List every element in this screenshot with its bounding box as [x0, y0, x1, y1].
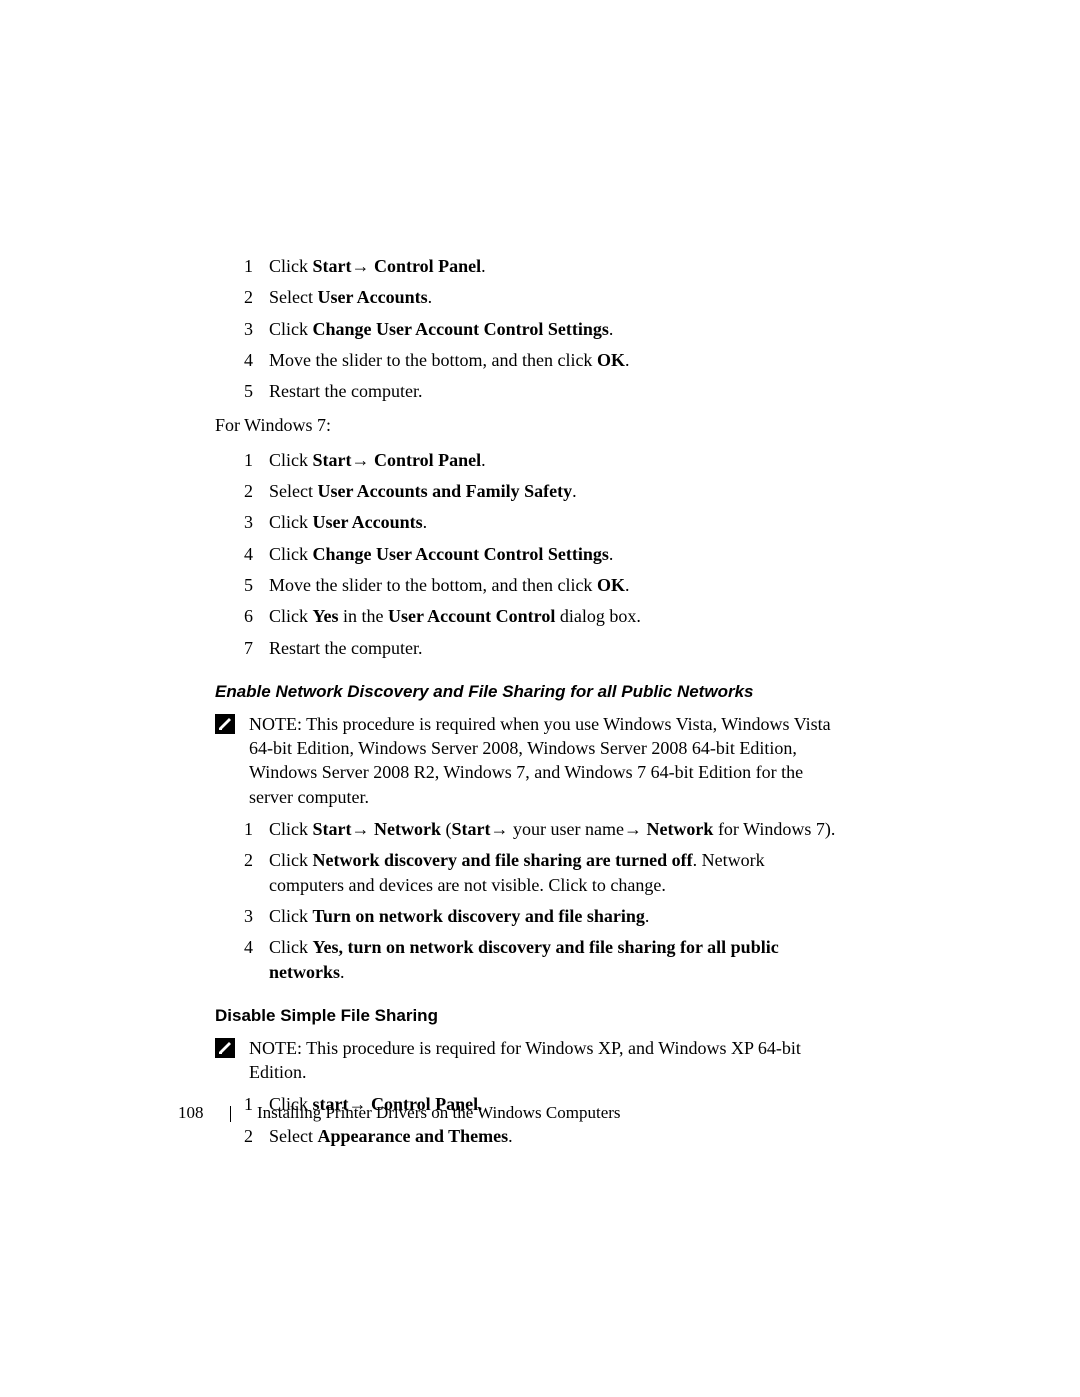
note-block-2: NOTE: This procedure is required for Win… [215, 1036, 840, 1085]
note-text-1: NOTE: This procedure is required when yo… [249, 712, 840, 809]
heading-disable-simple-file-sharing: Disable Simple File Sharing [215, 1006, 840, 1026]
list-item: 4Move the slider to the bottom, and then… [215, 348, 840, 372]
list-item-number: 4 [215, 348, 269, 372]
list-item-number: 3 [215, 317, 269, 341]
heading-enable-network-discovery: Enable Network Discovery and File Sharin… [215, 682, 840, 702]
list-item-body: Click Yes in the User Account Control di… [269, 604, 840, 628]
list-item: 1Click Start→ Network (Start→ your user … [215, 817, 840, 841]
list-item-number: 6 [215, 604, 269, 628]
list-item-number: 2 [215, 285, 269, 309]
page-footer: 108 Installing Printer Drivers on the Wi… [178, 1103, 621, 1123]
list-item: 1Click Start→ Control Panel. [215, 448, 840, 472]
list-item: 1Click Start→ Control Panel. [215, 254, 840, 278]
list-item-body: Click Turn on network discovery and file… [269, 904, 840, 928]
list-item: 4Click Change User Account Control Setti… [215, 542, 840, 566]
ordered-list-1: 1Click Start→ Control Panel.2Select User… [215, 254, 840, 403]
list-item: 2Click Network discovery and file sharin… [215, 848, 840, 897]
list-item-number: 5 [215, 379, 269, 403]
list-item-body: Select Appearance and Themes. [269, 1124, 840, 1148]
list-item-body: Move the slider to the bottom, and then … [269, 348, 840, 372]
footer-separator [230, 1106, 231, 1122]
note-block-1: NOTE: This procedure is required when yo… [215, 712, 840, 809]
list-item-body: Select User Accounts. [269, 285, 840, 309]
list-item: 3Click Change User Account Control Setti… [215, 317, 840, 341]
list-item: 7Restart the computer. [215, 636, 840, 660]
list-item-number: 4 [215, 935, 269, 984]
list-item: 2Select User Accounts and Family Safety. [215, 479, 840, 503]
list-item-body: Click User Accounts. [269, 510, 840, 534]
list-item-body: Click Start→ Network (Start→ your user n… [269, 817, 840, 841]
list-item-body: Click Network discovery and file sharing… [269, 848, 840, 897]
list-item-number: 7 [215, 636, 269, 660]
list-item-number: 1 [215, 448, 269, 472]
list-item-number: 5 [215, 573, 269, 597]
list-item: 3Click Turn on network discovery and fil… [215, 904, 840, 928]
list-item-body: Click Change User Account Control Settin… [269, 542, 840, 566]
note-text-2: NOTE: This procedure is required for Win… [249, 1036, 840, 1085]
list-item-body: Click Change User Account Control Settin… [269, 317, 840, 341]
list-item: 3Click User Accounts. [215, 510, 840, 534]
list-item-number: 2 [215, 848, 269, 897]
list-item: 2Select User Accounts. [215, 285, 840, 309]
list-item: 2Select Appearance and Themes. [215, 1124, 840, 1148]
list-item-body: Click Start→ Control Panel. [269, 254, 840, 278]
list-item-number: 3 [215, 510, 269, 534]
list-item-body: Restart the computer. [269, 379, 840, 403]
list-item-body: Click Start→ Control Panel. [269, 448, 840, 472]
list-item: 5Move the slider to the bottom, and then… [215, 573, 840, 597]
list-item: 5Restart the computer. [215, 379, 840, 403]
footer-title: Installing Printer Drivers on the Window… [257, 1103, 621, 1122]
list-item-number: 2 [215, 1124, 269, 1148]
list-item-body: Select User Accounts and Family Safety. [269, 479, 840, 503]
ordered-list-2: 1Click Start→ Control Panel.2Select User… [215, 448, 840, 660]
list-item-body: Move the slider to the bottom, and then … [269, 573, 840, 597]
list-item: 6Click Yes in the User Account Control d… [215, 604, 840, 628]
note-icon [215, 1038, 235, 1058]
list-item-body: Restart the computer. [269, 636, 840, 660]
paragraph-win7: For Windows 7: [215, 413, 840, 437]
content-area: 1Click Start→ Control Panel.2Select User… [215, 254, 840, 1155]
list-item: 4Click Yes, turn on network discovery an… [215, 935, 840, 984]
list-item-number: 2 [215, 479, 269, 503]
list-item-number: 1 [215, 254, 269, 278]
page-number: 108 [178, 1103, 204, 1123]
note-icon [215, 714, 235, 734]
list-item-number: 3 [215, 904, 269, 928]
page: 1Click Start→ Control Panel.2Select User… [0, 0, 1080, 1397]
list-item-number: 4 [215, 542, 269, 566]
ordered-list-3: 1Click Start→ Network (Start→ your user … [215, 817, 840, 984]
list-item-number: 1 [215, 817, 269, 841]
list-item-body: Click Yes, turn on network discovery and… [269, 935, 840, 984]
